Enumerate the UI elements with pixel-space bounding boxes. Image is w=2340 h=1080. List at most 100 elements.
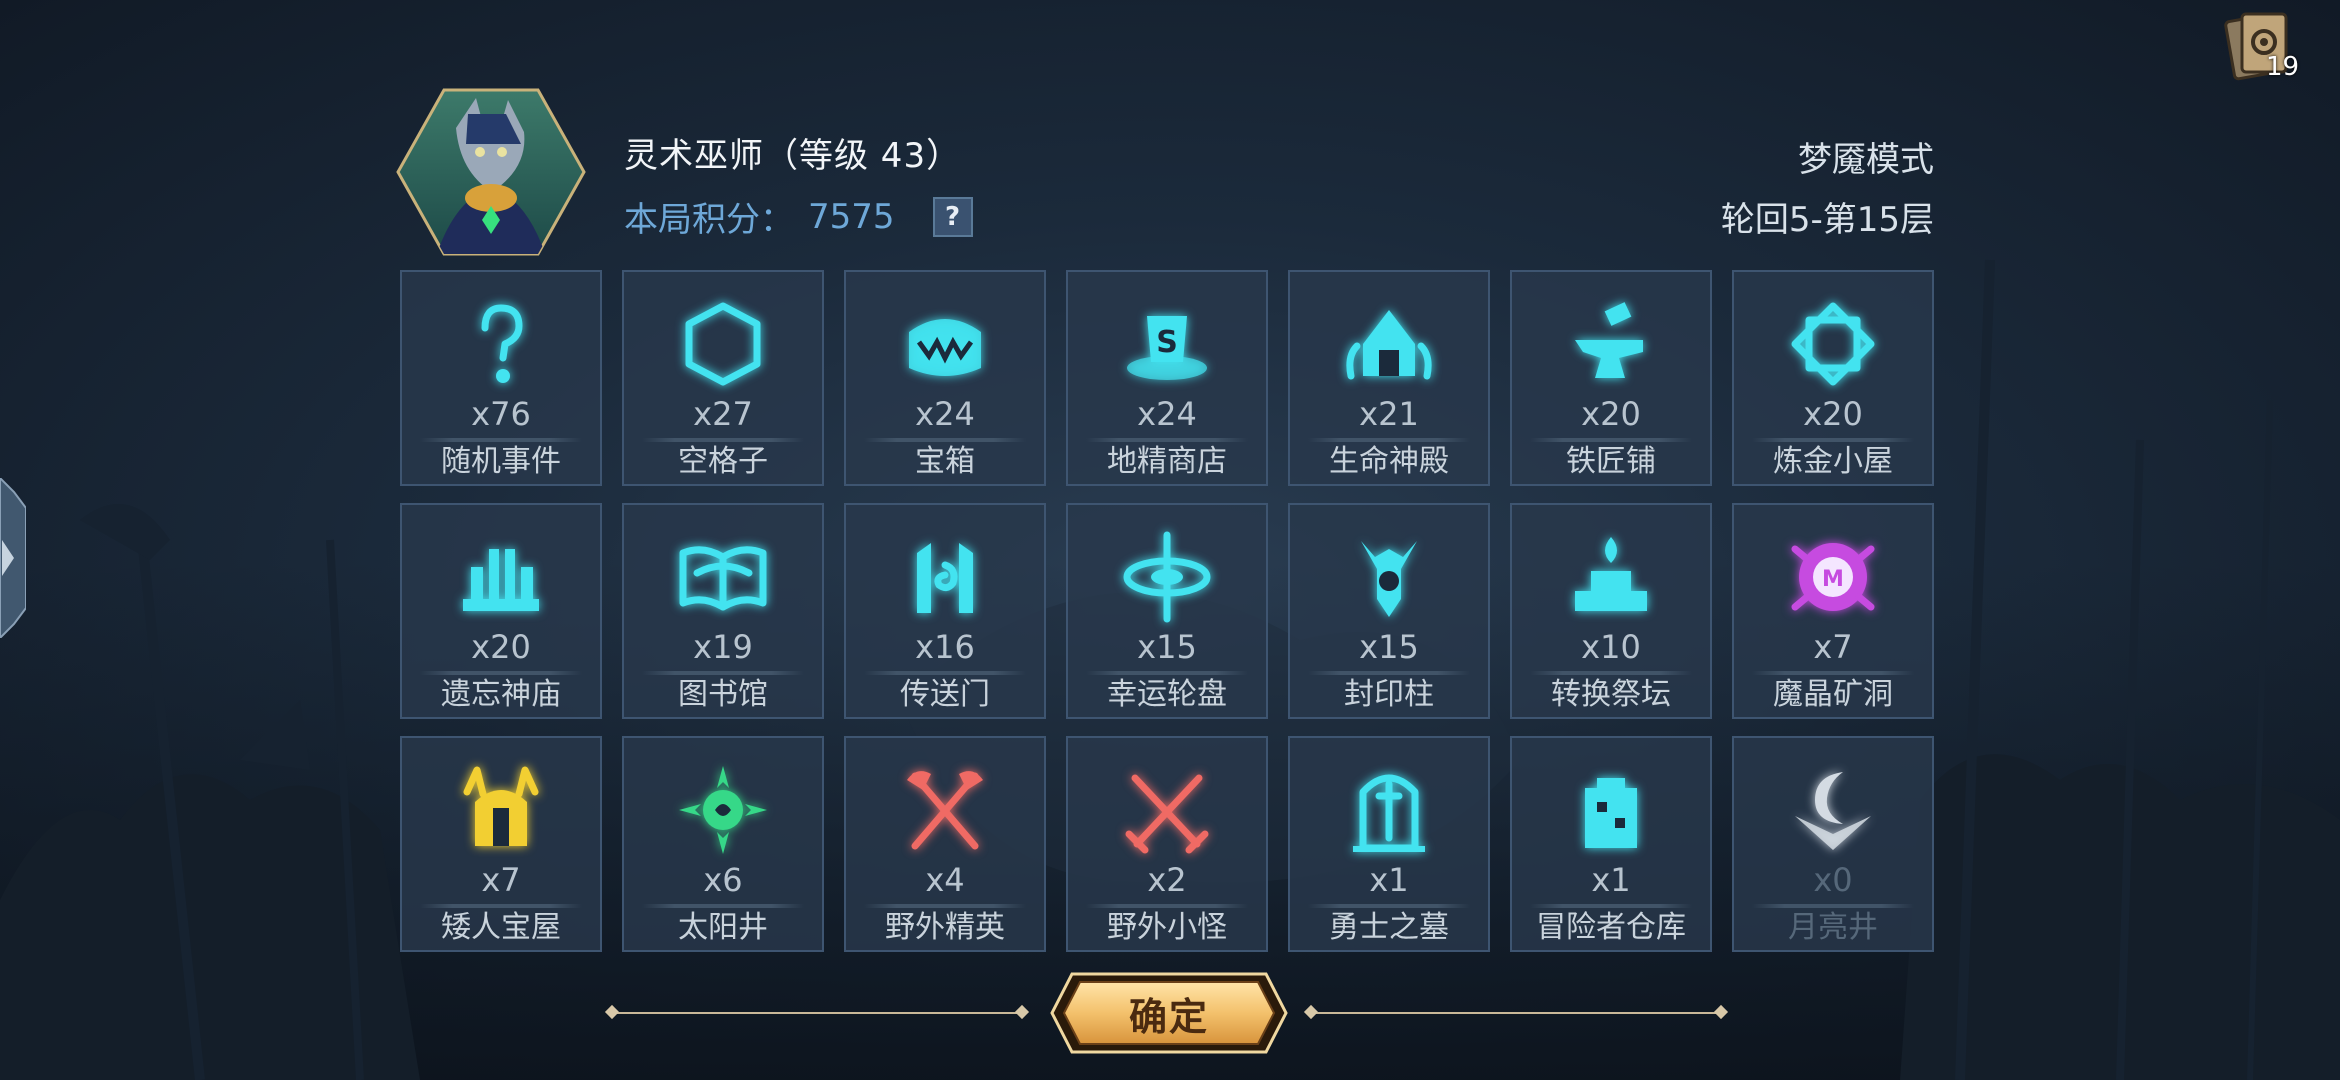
map-stat-tile[interactable]: Sx24 地精商店 (1066, 270, 1268, 486)
tile-label: 幸运轮盘 (1107, 677, 1227, 712)
map-stat-tile[interactable]: x20 遗忘神庙 (400, 503, 602, 719)
divider-right (1310, 1012, 1722, 1014)
tile-count: x20 (1803, 395, 1863, 433)
tile-label: 遗忘神庙 (441, 677, 561, 712)
tile-count: x21 (1359, 395, 1419, 433)
map-stat-tile[interactable]: x6 太阳井 (622, 736, 824, 952)
map-stat-tile[interactable]: x7 矮人宝屋 (400, 736, 602, 952)
map-stat-tile[interactable]: x1 冒险者仓库 (1510, 736, 1712, 952)
map-stat-tile[interactable]: x0 月亮井 (1732, 736, 1934, 952)
warehouse-tower-icon (1559, 762, 1663, 858)
tile-count: x16 (915, 628, 975, 666)
tile-label: 空格子 (678, 444, 768, 479)
tile-count: x20 (471, 628, 531, 666)
goblin-shop-icon: S (1115, 296, 1219, 392)
hero-avatar (396, 88, 586, 256)
side-panel-tab[interactable] (0, 478, 26, 638)
map-stat-tile[interactable]: x21 生命神殿 (1288, 270, 1490, 486)
tile-count: x4 (925, 861, 965, 899)
tile-label: 矮人宝屋 (441, 910, 561, 945)
tile-count: x20 (1581, 395, 1641, 433)
map-stat-tile[interactable]: x1 勇士之墓 (1288, 736, 1490, 952)
tile-label: 魔晶矿洞 (1773, 677, 1893, 712)
tile-label: 宝箱 (915, 444, 975, 479)
dwarf-treasury-icon (449, 762, 553, 858)
map-stat-tile[interactable]: x2 野外小怪 (1066, 736, 1268, 952)
treasure-chest-icon (893, 296, 997, 392)
run-progress: 轮回5-第15层 (1720, 200, 1934, 240)
deck-count: 19 (2266, 52, 2300, 82)
alchemy-rune-icon (1781, 296, 1885, 392)
map-stat-tile[interactable]: x76 随机事件 (400, 270, 602, 486)
tile-label: 封印柱 (1344, 677, 1434, 712)
confirm-button[interactable]: 确定 (1050, 972, 1288, 1054)
tile-count: x7 (481, 861, 521, 899)
hero-name: 灵术巫师（等级 43） (624, 136, 962, 176)
moon-well-icon (1781, 762, 1885, 858)
forgotten-temple-icon (449, 529, 553, 625)
tile-label: 冒险者仓库 (1536, 910, 1686, 945)
game-mode: 梦魇模式 (1798, 140, 1934, 180)
map-stats-grid: x76 随机事件 x27 空格子 x24 宝箱 Sx24 地精商店 x21 生命神殿 x20 铁匠铺 x… (400, 270, 1934, 952)
crossed-axes-icon (893, 762, 997, 858)
fortune-wheel-icon (1115, 529, 1219, 625)
tile-count: x76 (471, 395, 531, 433)
tile-count: x24 (1137, 395, 1197, 433)
tile-label: 地精商店 (1107, 444, 1227, 479)
map-stat-tile[interactable]: x24 宝箱 (844, 270, 1046, 486)
score-value: 7575 (808, 196, 895, 237)
tile-count: x0 (1813, 861, 1853, 899)
tile-count: x1 (1591, 861, 1631, 899)
tile-label: 随机事件 (441, 444, 561, 479)
tile-count: x15 (1137, 628, 1197, 666)
map-stat-tile[interactable]: x27 空格子 (622, 270, 824, 486)
tile-count: x15 (1359, 628, 1419, 666)
map-stat-tile[interactable]: x20 炼金小屋 (1732, 270, 1934, 486)
tile-label: 铁匠铺 (1566, 444, 1656, 479)
question-mark-icon (449, 296, 553, 392)
tile-count: x1 (1369, 861, 1409, 899)
tile-label: 传送门 (900, 677, 990, 712)
map-stat-tile[interactable]: Mx7 魔晶矿洞 (1732, 503, 1934, 719)
score-row: 本局积分： 7575 ? (624, 192, 973, 241)
portal-icon (893, 529, 997, 625)
tile-label: 炼金小屋 (1773, 444, 1893, 479)
magic-crystal-mine-icon: M (1781, 529, 1885, 625)
map-stat-tile[interactable]: x4 野外精英 (844, 736, 1046, 952)
map-stat-tile[interactable]: x10 转换祭坛 (1510, 503, 1712, 719)
life-temple-icon (1337, 296, 1441, 392)
map-stat-tile[interactable]: x15 封印柱 (1288, 503, 1490, 719)
book-icon (671, 529, 775, 625)
svg-text:S: S (1156, 325, 1178, 360)
tombstone-sword-icon (1337, 762, 1441, 858)
tile-label: 月亮井 (1788, 910, 1878, 945)
map-stat-tile[interactable]: x20 铁匠铺 (1510, 270, 1712, 486)
tile-count: x6 (703, 861, 743, 899)
tile-count: x10 (1581, 628, 1641, 666)
help-button[interactable]: ? (932, 196, 973, 237)
tile-label: 转换祭坛 (1551, 677, 1671, 712)
tile-label: 图书馆 (678, 677, 768, 712)
hexagon-icon (671, 296, 775, 392)
map-stat-tile[interactable]: x16 传送门 (844, 503, 1046, 719)
divider-left (612, 1012, 1024, 1014)
anvil-icon (1559, 296, 1663, 392)
tile-label: 勇士之墓 (1329, 910, 1449, 945)
tile-count: x27 (693, 395, 753, 433)
tile-count: x19 (693, 628, 753, 666)
tile-label: 生命神殿 (1329, 444, 1449, 479)
transform-altar-icon (1559, 529, 1663, 625)
sun-well-icon (671, 762, 775, 858)
crossed-swords-icon (1115, 762, 1219, 858)
tile-label: 太阳井 (678, 910, 768, 945)
tile-count: x24 (915, 395, 975, 433)
tile-label: 野外小怪 (1107, 910, 1227, 945)
tile-count: x7 (1813, 628, 1853, 666)
tile-count: x2 (1147, 861, 1187, 899)
confirm-label: 确定 (1128, 994, 1209, 1039)
map-stat-tile[interactable]: x15 幸运轮盘 (1066, 503, 1268, 719)
tile-label: 野外精英 (885, 910, 1005, 945)
score-label: 本局积分： (624, 200, 794, 240)
map-stat-tile[interactable]: x19 图书馆 (622, 503, 824, 719)
svg-text:M: M (1822, 567, 1844, 592)
